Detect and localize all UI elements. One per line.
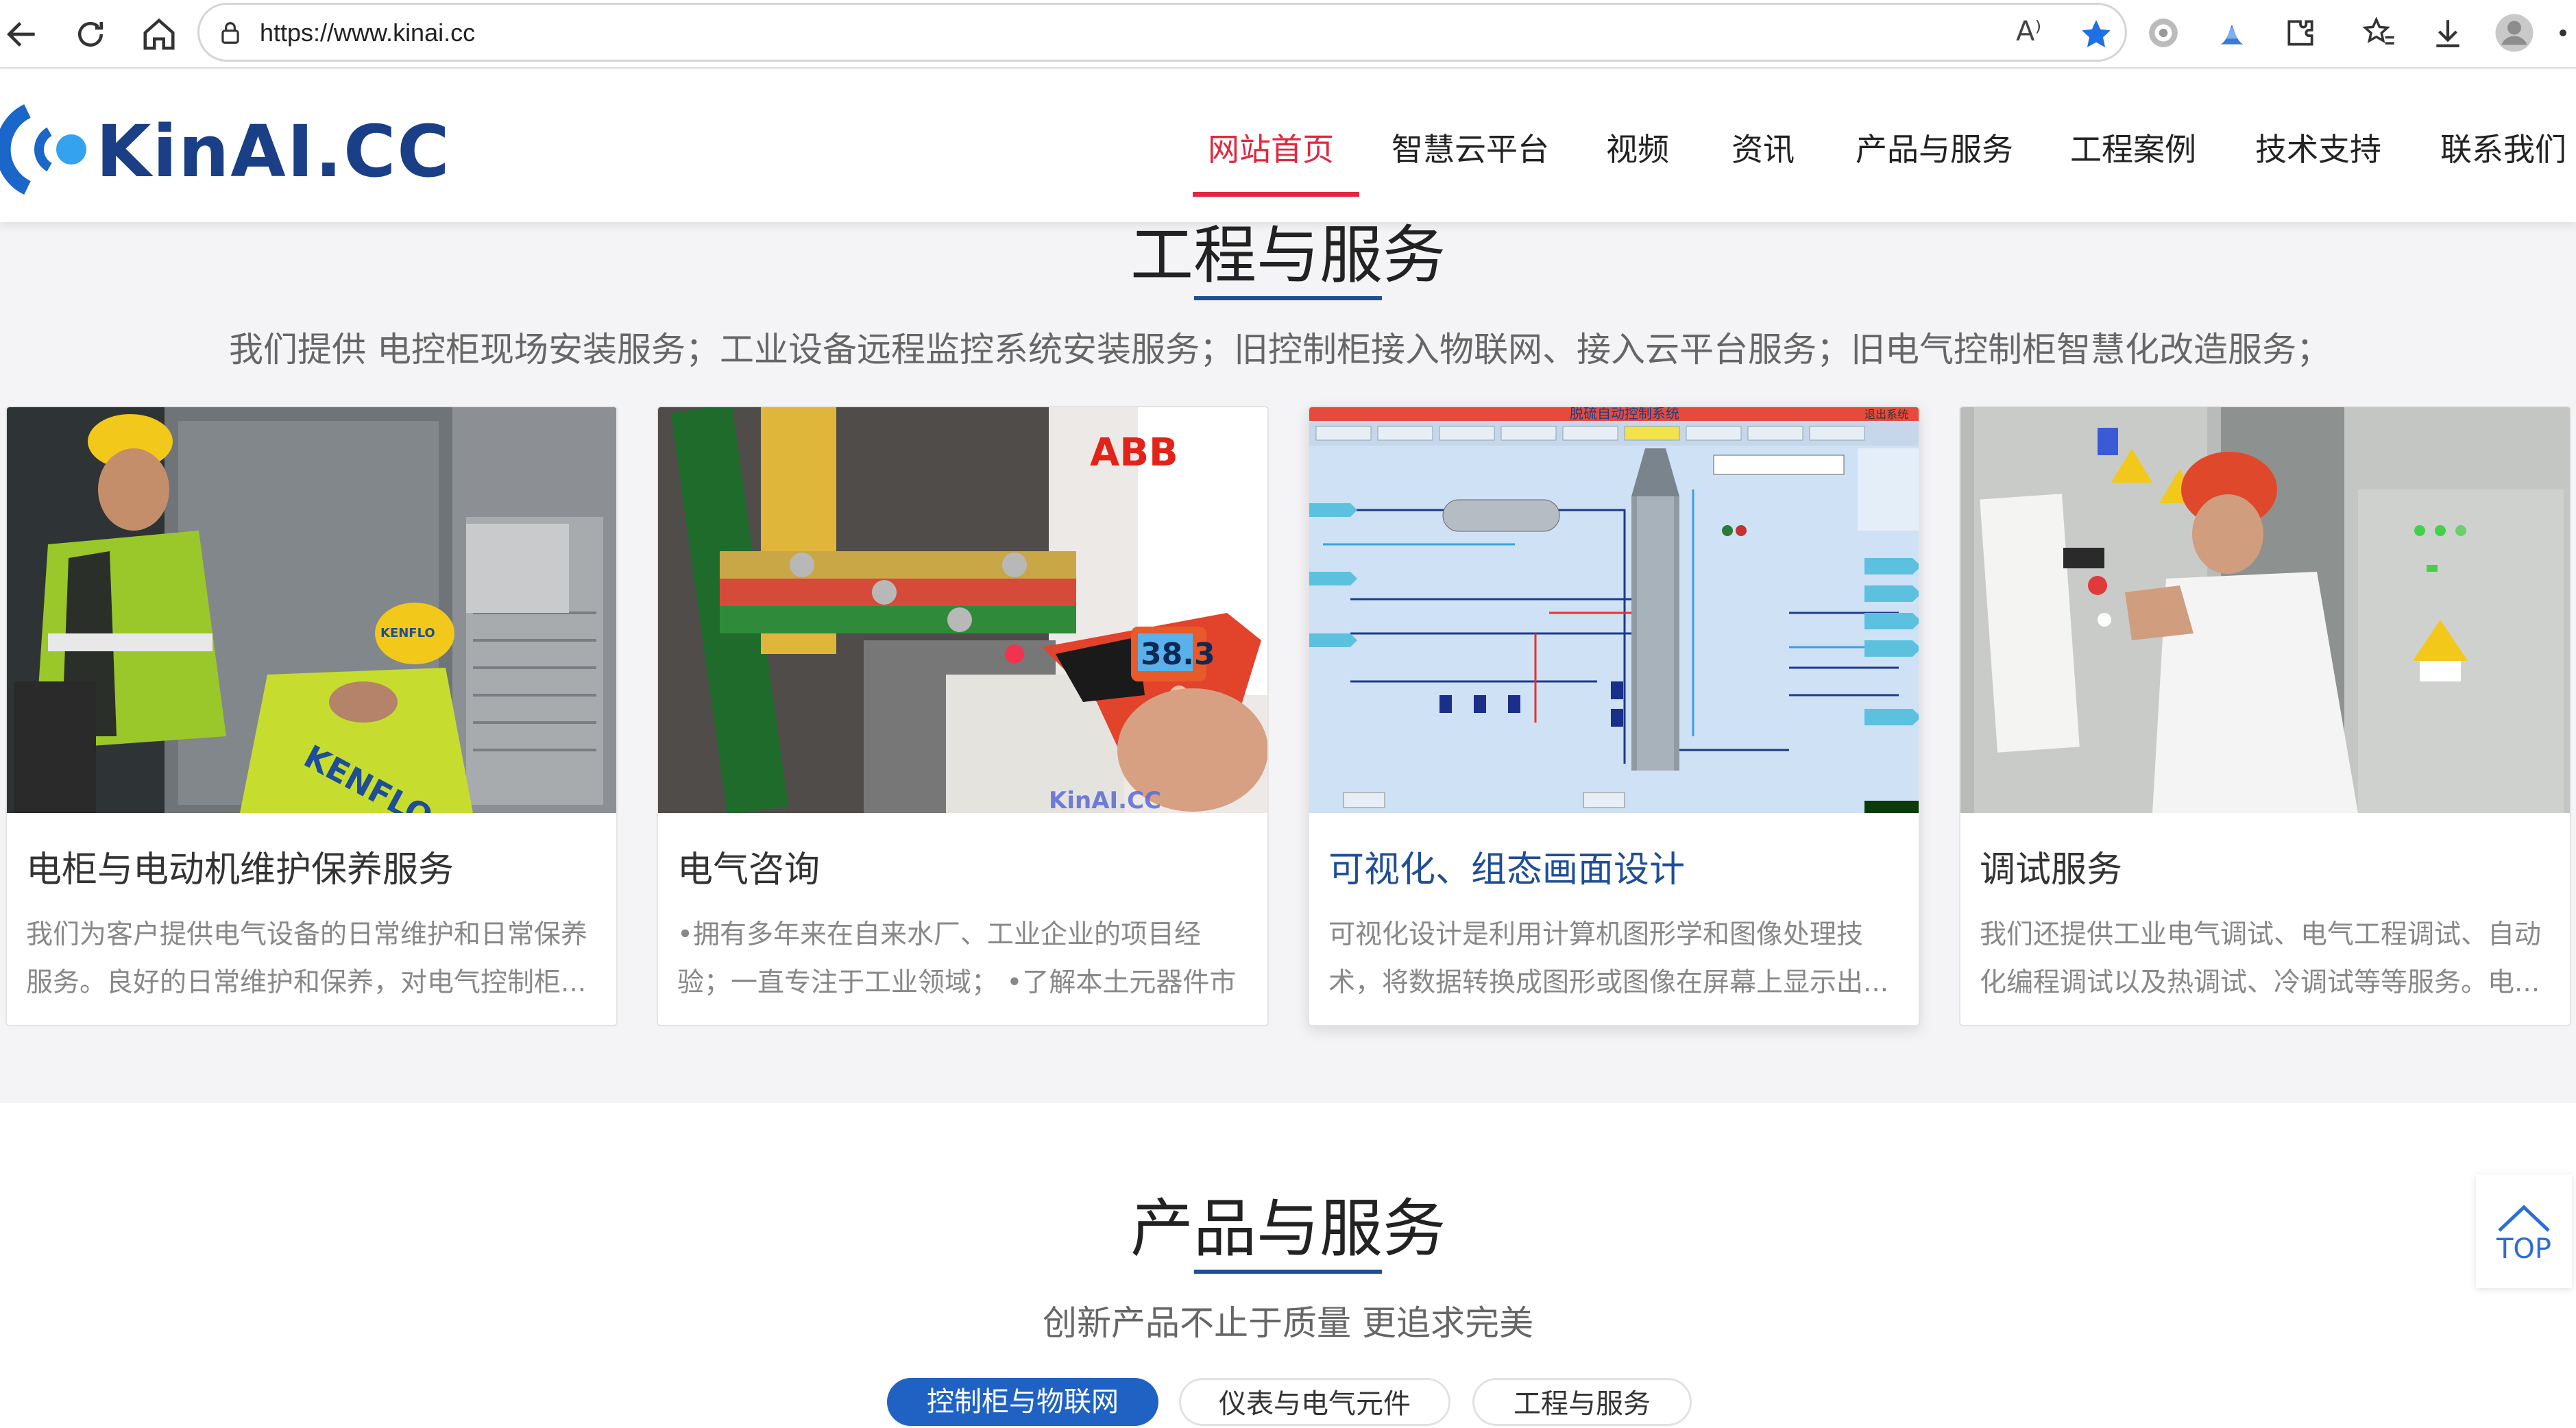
reload-button[interactable] xyxy=(69,12,112,56)
nav-products-services[interactable]: 产品与服务 xyxy=(1856,125,2013,170)
watermark-text: KinAI.CC xyxy=(1049,787,1161,813)
tab-instruments-components[interactable]: 仪表与电气元件 xyxy=(1179,1378,1450,1426)
site-header: KinAI.CC 网站首页 智慧云平台 视频 资讯 产品与服务 工程案例 技术支… xyxy=(0,70,2576,222)
products-title-underline xyxy=(1194,1270,1382,1274)
profile-avatar-icon[interactable] xyxy=(2490,8,2539,58)
downloads-icon[interactable] xyxy=(2423,8,2472,58)
service-card-consulting[interactable]: ABB 38.3 KinAI.CC 电气咨询 •拥有多年来在自来水厂、工业企业的… xyxy=(657,406,1269,1026)
card-image-debugging xyxy=(1960,407,2570,813)
thermometer-reading: 38.3 xyxy=(1141,637,1215,672)
site-logo[interactable]: KinAI.CC xyxy=(0,90,450,200)
favorite-star-icon[interactable] xyxy=(2079,17,2113,51)
card-desc-debugging: 我们还提供工业电气调试、电气工程调试、自动化编程调试以及热调试、冷调试等等服务。… xyxy=(1980,919,2542,998)
card-desc-consulting: •拥有多年来在自来水厂、工业企业的项目经验；一直专注于工业领域； •了解本土元器… xyxy=(677,919,1237,998)
back-button[interactable] xyxy=(0,12,44,56)
read-aloud-icon[interactable]: A⁾ xyxy=(2016,16,2041,47)
nav-engineering-cases[interactable]: 工程案例 xyxy=(2070,125,2196,170)
scada-exit: 退出系统 xyxy=(1864,408,1908,421)
nav-video[interactable]: 视频 xyxy=(1606,125,1669,170)
extensions-puzzle-icon[interactable] xyxy=(2276,8,2325,58)
scada-title: 脱硫自动控制系统 xyxy=(1570,407,1679,422)
logo-signal-icon xyxy=(0,104,86,195)
lock-icon xyxy=(221,22,239,44)
back-to-top-button[interactable]: TOP xyxy=(2476,1174,2572,1288)
nav-cloud-platform[interactable]: 智慧云平台 xyxy=(1392,125,1549,170)
back-to-top-label: TOP xyxy=(2496,1233,2552,1265)
card-title-consulting[interactable]: 电气咨询 xyxy=(677,840,820,892)
extension-1-icon[interactable] xyxy=(2139,8,2188,58)
engineering-title-underline xyxy=(1194,296,1382,300)
url-text: https://www.kinai.cc xyxy=(260,19,476,47)
more-menu-icon[interactable] xyxy=(2550,8,2576,58)
card-title-debugging[interactable]: 调试服务 xyxy=(1980,840,2122,892)
nav-news[interactable]: 资讯 xyxy=(1731,125,1795,170)
extension-2-icon[interactable] xyxy=(2207,8,2257,58)
address-bar[interactable]: https://www.kinai.cc A⁾ xyxy=(197,3,2127,62)
tab-engineering-services[interactable]: 工程与服务 xyxy=(1472,1378,1692,1426)
products-title: 产品与服务 xyxy=(1130,1192,1446,1266)
tab-control-cabinet-iot[interactable]: 控制柜与物联网 xyxy=(887,1378,1158,1426)
nav-home[interactable]: 网站首页 xyxy=(1208,125,1334,170)
service-card-debugging[interactable]: 调试服务 我们还提供工业电气调试、电气工程调试、自动化编程调试以及热调试、冷调试… xyxy=(1959,406,2571,1026)
card-title-maintenance[interactable]: 电柜与电动机维护保养服务 xyxy=(26,840,454,892)
nav-contact[interactable]: 联系我们 xyxy=(2440,125,2566,170)
browser-toolbar: https://www.kinai.cc A⁾ xyxy=(0,0,2576,69)
card-desc-visualization: 可视化设计是利用计算机图形学和图像处理技术，将数据转换成图形或图像在屏幕上显示出… xyxy=(1328,919,1889,998)
engineering-subtitle: 我们提供 电控柜现场安装服务；工业设备远程监控系统安装服务；旧控制柜接入物联网、… xyxy=(229,330,2331,370)
card-image-consulting: ABB 38.3 KinAI.CC xyxy=(658,407,1267,813)
card-image-maintenance: KENFLO KENFLO xyxy=(7,407,616,813)
home-button[interactable] xyxy=(137,12,181,56)
card-title-visualization[interactable]: 可视化、组态画面设计 xyxy=(1328,840,1685,892)
card-image-visualization: 脱硫自动控制系统 退出系统 xyxy=(1309,407,1919,813)
back-arrow-icon xyxy=(7,22,35,47)
home-icon xyxy=(143,18,175,50)
brand-text: ABB xyxy=(1090,431,1178,475)
service-card-maintenance[interactable]: KENFLO KENFLO 电柜与电动机维护保养服务 我们为客户提供电气设备的日… xyxy=(5,406,618,1026)
chevron-up-icon xyxy=(2498,1205,2550,1232)
products-subtitle: 创新产品不止于质量 更追求完美 xyxy=(1043,1303,1533,1343)
helmet-text: KENFLO xyxy=(380,626,435,640)
reload-icon xyxy=(78,22,103,47)
nav-tech-support[interactable]: 技术支持 xyxy=(2255,125,2381,170)
favorites-icon[interactable] xyxy=(2355,8,2404,58)
active-nav-indicator xyxy=(1193,192,1359,197)
card-desc-maintenance: 我们为客户提供电气设备的日常维护和日常保养服务。良好的日常维护和保养，对电气控制… xyxy=(26,919,588,998)
logo-text: KinAI.CC xyxy=(96,110,451,193)
service-card-visualization[interactable]: 脱硫自动控制系统 退出系统 可视化、组态画面设计 可视化设计是利用计算机图形学和… xyxy=(1308,406,1920,1026)
